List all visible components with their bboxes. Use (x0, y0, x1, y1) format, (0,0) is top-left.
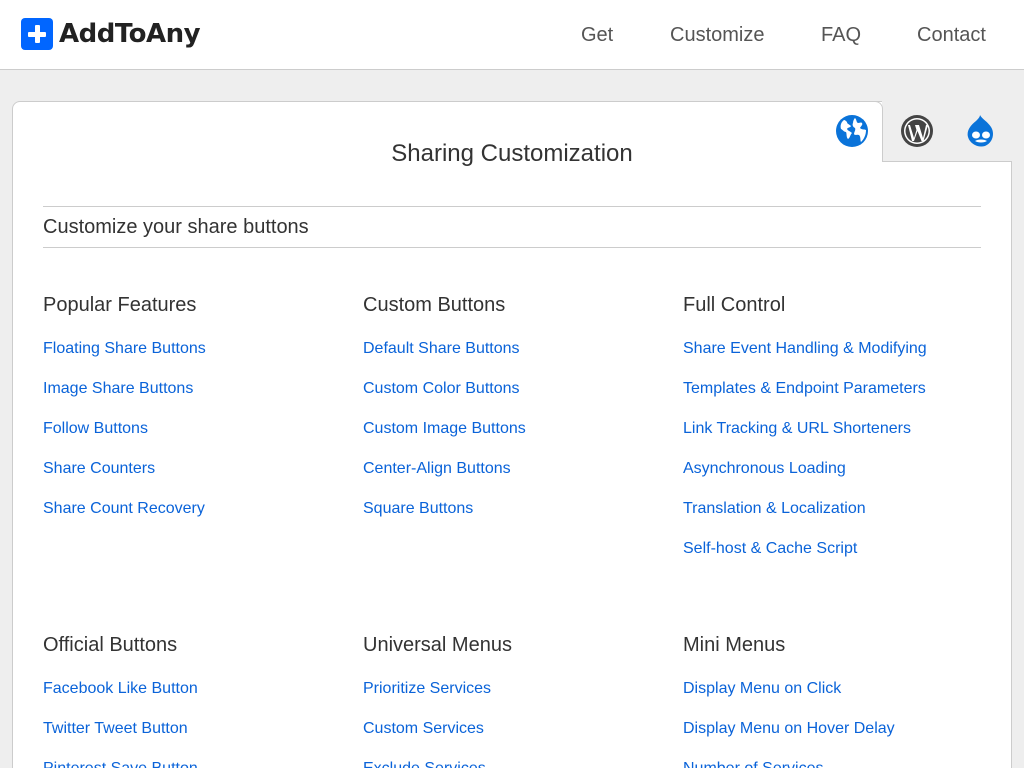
link-prioritize-services[interactable]: Prioritize Services (363, 679, 663, 719)
nav-get[interactable]: Get (581, 0, 613, 70)
link-share-counters[interactable]: Share Counters (43, 459, 343, 499)
plus-icon (21, 18, 53, 50)
group-mini-menus: Mini Menus Display Menu on Click Display… (683, 633, 983, 768)
link-share-count-recovery[interactable]: Share Count Recovery (43, 499, 343, 539)
link-custom-color-buttons[interactable]: Custom Color Buttons (363, 379, 663, 419)
section-heading: Customize your share buttons (43, 216, 309, 238)
group-popular-features: Popular Features Floating Share Buttons … (43, 293, 343, 539)
addtoany-logo[interactable]: AddToAny (21, 18, 201, 50)
group-custom-buttons: Custom Buttons Default Share Buttons Cus… (363, 293, 663, 539)
link-translation-localization[interactable]: Translation & Localization (683, 499, 983, 539)
link-link-tracking-url-shorteners[interactable]: Link Tracking & URL Shorteners (683, 419, 983, 459)
group-title: Universal Menus (363, 634, 512, 656)
link-asynchronous-loading[interactable]: Asynchronous Loading (683, 459, 983, 499)
link-templates-endpoint-parameters[interactable]: Templates & Endpoint Parameters (683, 379, 983, 419)
link-follow-buttons[interactable]: Follow Buttons (43, 419, 343, 459)
nav-customize[interactable]: Customize (670, 0, 764, 70)
link-number-of-services[interactable]: Number of Services (683, 759, 983, 768)
link-center-align-buttons[interactable]: Center-Align Buttons (363, 459, 663, 499)
link-twitter-tweet-button[interactable]: Twitter Tweet Button (43, 719, 343, 759)
link-floating-share-buttons[interactable]: Floating Share Buttons (43, 339, 343, 379)
group-universal-menus: Universal Menus Prioritize Services Cust… (363, 633, 663, 768)
link-display-menu-on-hover-delay[interactable]: Display Menu on Hover Delay (683, 719, 983, 759)
link-square-buttons[interactable]: Square Buttons (363, 499, 663, 539)
group-official-buttons: Official Buttons Facebook Like Button Tw… (43, 633, 343, 768)
link-share-event-handling[interactable]: Share Event Handling & Modifying (683, 339, 983, 379)
link-self-host-cache-script[interactable]: Self-host & Cache Script (683, 539, 983, 579)
link-image-share-buttons[interactable]: Image Share Buttons (43, 379, 343, 419)
link-display-menu-on-click[interactable]: Display Menu on Click (683, 679, 983, 719)
nav-contact[interactable]: Contact (917, 0, 986, 70)
link-default-share-buttons[interactable]: Default Share Buttons (363, 339, 663, 379)
brand-name: AddToAny (59, 19, 201, 49)
group-title: Official Buttons (43, 634, 178, 656)
link-custom-image-buttons[interactable]: Custom Image Buttons (363, 419, 663, 459)
nav-faq[interactable]: FAQ (821, 0, 861, 70)
link-custom-services[interactable]: Custom Services (363, 719, 663, 759)
page-title: Sharing Customization (391, 140, 633, 167)
group-title: Custom Buttons (363, 294, 506, 316)
group-title: Full Control (683, 294, 786, 316)
link-exclude-services[interactable]: Exclude Services (363, 759, 663, 768)
link-facebook-like-button[interactable]: Facebook Like Button (43, 679, 343, 719)
group-title: Mini Menus (683, 634, 786, 656)
top-navbar: AddToAny Get Customize FAQ Contact (0, 0, 1024, 70)
group-title: Popular Features (43, 294, 197, 316)
group-full-control: Full Control Share Event Handling & Modi… (683, 293, 983, 579)
link-pinterest-save-button[interactable]: Pinterest Save Button (43, 759, 343, 768)
